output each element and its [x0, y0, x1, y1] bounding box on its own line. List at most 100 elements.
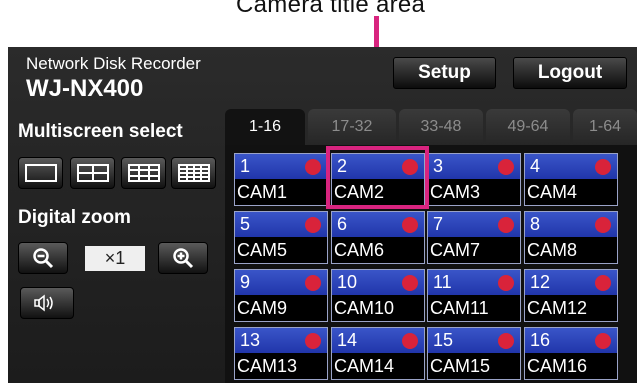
tab-17-32[interactable]: 17-32: [308, 109, 396, 145]
camera-number: 15: [433, 330, 454, 350]
quad-screen-icon: [76, 164, 109, 182]
camera-title: CAM9: [235, 295, 327, 321]
camera-cell-header: 15: [428, 328, 520, 355]
multiscreen-label: Multiscreen select: [18, 121, 183, 142]
camera-number: 7: [433, 214, 444, 234]
camera-cell[interactable]: 8 CAM8: [524, 211, 618, 264]
camera-cell-header: 5: [235, 212, 327, 239]
tab-1-16[interactable]: 1-16: [225, 109, 305, 145]
camera-cell[interactable]: 1 CAM1: [234, 153, 328, 206]
camera-title: CAM6: [332, 237, 424, 263]
camera-title: CAM16: [525, 353, 617, 379]
camera-cell-header: 10: [332, 270, 424, 297]
camera-cell[interactable]: 12 CAM12: [524, 269, 618, 322]
recording-status-icon: [305, 275, 321, 291]
digital-zoom-label: Digital zoom: [18, 207, 131, 228]
camera-cell-header: 14: [332, 328, 424, 355]
camera-number: 8: [530, 214, 541, 234]
camera-title: CAM13: [235, 353, 327, 379]
camera-cell[interactable]: 5 CAM5: [234, 211, 328, 264]
camera-cell-header: 4: [525, 154, 617, 181]
camera-title: CAM1: [235, 179, 327, 205]
camera-number: 6: [337, 214, 348, 234]
camera-number: 3: [433, 156, 444, 176]
camera-title: CAM12: [525, 295, 617, 321]
zoom-in-button[interactable]: [158, 242, 208, 274]
camera-cell[interactable]: 9 CAM9: [234, 269, 328, 322]
camera-title: CAM5: [235, 237, 327, 263]
recording-status-icon: [498, 159, 514, 175]
camera-number: 4: [530, 156, 541, 176]
camera-cell-header: 1: [235, 154, 327, 181]
callout-highlight-box: [326, 146, 429, 209]
camera-title: CAM15: [428, 353, 520, 379]
nine-screen-icon: [127, 164, 160, 182]
camera-cell[interactable]: 4 CAM4: [524, 153, 618, 206]
recording-status-icon: [595, 159, 611, 175]
camera-cell[interactable]: 13 CAM13: [234, 327, 328, 380]
logout-button[interactable]: Logout: [513, 57, 627, 89]
camera-title: CAM11: [428, 295, 520, 321]
camera-title: CAM7: [428, 237, 520, 263]
recording-status-icon: [595, 333, 611, 349]
recording-status-icon: [402, 217, 418, 233]
camera-cell[interactable]: 16 CAM16: [524, 327, 618, 380]
camera-number: 10: [337, 272, 358, 292]
recorder-panel: Network Disk Recorder WJ-NX400 Setup Log…: [8, 47, 637, 383]
camera-cell-header: 3: [428, 154, 520, 181]
camera-cell[interactable]: 7 CAM7: [427, 211, 521, 264]
recording-status-icon: [402, 333, 418, 349]
camera-number: 12: [530, 272, 551, 292]
brand-subtitle: Network Disk Recorder: [26, 54, 201, 73]
camera-title: CAM10: [332, 295, 424, 321]
camera-cell-header: 11: [428, 270, 520, 297]
recording-status-icon: [595, 217, 611, 233]
callout-caption: Camera title area: [236, 0, 426, 18]
audio-button[interactable]: [20, 287, 74, 319]
camera-number: 14: [337, 330, 358, 350]
camera-cell-header: 8: [525, 212, 617, 239]
recording-status-icon: [498, 217, 514, 233]
zoom-out-button[interactable]: [18, 242, 68, 274]
tab-49-64[interactable]: 49-64: [486, 109, 570, 145]
camera-cell[interactable]: 11 CAM11: [427, 269, 521, 322]
recording-status-icon: [498, 275, 514, 291]
tab-1-64[interactable]: 1-64: [573, 109, 637, 145]
camera-number: 13: [240, 330, 261, 350]
camera-title: CAM8: [525, 237, 617, 263]
camera-cell[interactable]: 6 CAM6: [331, 211, 425, 264]
camera-cell[interactable]: 3 CAM3: [427, 153, 521, 206]
recording-status-icon: [305, 333, 321, 349]
camera-cell-header: 7: [428, 212, 520, 239]
setup-button[interactable]: Setup: [393, 57, 496, 89]
camera-cell[interactable]: 14 CAM14: [331, 327, 425, 380]
camera-number: 1: [240, 156, 251, 176]
single-screen-button[interactable]: [18, 157, 63, 189]
recording-status-icon: [305, 159, 321, 175]
camera-number: 9: [240, 272, 251, 292]
camera-cell[interactable]: 15 CAM15: [427, 327, 521, 380]
zoom-in-icon: [173, 248, 194, 269]
camera-number: 5: [240, 214, 251, 234]
camera-cell-header: 13: [235, 328, 327, 355]
nine-screen-button[interactable]: [121, 157, 166, 189]
camera-title: CAM3: [428, 179, 520, 205]
recording-status-icon: [305, 217, 321, 233]
speaker-icon: [34, 294, 53, 312]
recording-status-icon: [402, 275, 418, 291]
camera-cell-header: 9: [235, 270, 327, 297]
single-screen-icon: [24, 164, 57, 182]
quad-screen-button[interactable]: [70, 157, 115, 189]
camera-title: CAM4: [525, 179, 617, 205]
sixteen-screen-button[interactable]: [171, 157, 216, 189]
sixteen-screen-icon: [177, 164, 210, 182]
recording-status-icon: [498, 333, 514, 349]
camera-cell-header: 16: [525, 328, 617, 355]
camera-number: 11: [433, 272, 452, 292]
camera-cell-header: 12: [525, 270, 617, 297]
camera-cell[interactable]: 10 CAM10: [331, 269, 425, 322]
camera-title: CAM14: [332, 353, 424, 379]
camera-cell-header: 6: [332, 212, 424, 239]
tab-33-48[interactable]: 33-48: [399, 109, 483, 145]
recording-status-icon: [595, 275, 611, 291]
